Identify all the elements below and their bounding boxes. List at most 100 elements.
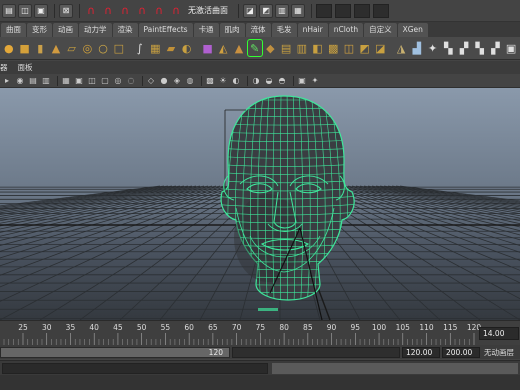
select-by-object-icon[interactable]: ▣ bbox=[34, 3, 48, 18]
shelf-tab-4[interactable]: 渲染 bbox=[112, 23, 138, 37]
nurbs-sphere-icon[interactable]: ● bbox=[2, 40, 16, 56]
make-live-icon[interactable]: ∩ bbox=[152, 4, 166, 18]
uv-pattern-icon[interactable]: ▞ bbox=[489, 40, 503, 56]
uv-map-icon[interactable]: ▣ bbox=[504, 40, 518, 56]
isolate-select-icon[interactable]: ▣ bbox=[297, 76, 307, 86]
current-frame-field[interactable]: 14.00 bbox=[479, 327, 519, 340]
input-field-b[interactable] bbox=[335, 3, 351, 18]
magnet-icon[interactable]: ∩ bbox=[169, 4, 183, 18]
shelf-tab-13[interactable]: XGen bbox=[397, 23, 428, 37]
smooth-icon[interactable]: ✦ bbox=[426, 40, 440, 56]
loft-icon[interactable]: ▦ bbox=[148, 40, 162, 56]
motion-blur-icon[interactable]: ◒ bbox=[264, 76, 274, 86]
cube-purple-icon[interactable]: ■ bbox=[201, 40, 215, 56]
snap-to-view-icon[interactable]: ∩ bbox=[135, 4, 149, 18]
panel-menu-item-0[interactable]: 器 bbox=[0, 62, 8, 73]
menu-set-icon[interactable]: ▤ bbox=[2, 3, 16, 18]
range-slider-track[interactable] bbox=[232, 347, 400, 358]
cv-curve-icon[interactable]: ∫ bbox=[133, 40, 147, 56]
film-gate-icon[interactable]: ▣ bbox=[74, 76, 84, 86]
nurbs-square-icon[interactable]: □ bbox=[112, 40, 126, 56]
lock-icon[interactable]: ⊠ bbox=[59, 3, 73, 18]
shelf-tab-0[interactable]: 曲面 bbox=[1, 23, 26, 37]
planar-icon[interactable]: ▰ bbox=[164, 40, 178, 56]
smooth-shade-icon[interactable]: ● bbox=[159, 76, 169, 86]
insert-isoparm-icon[interactable]: ◫ bbox=[342, 40, 356, 56]
nurbs-plane-icon[interactable]: ▱ bbox=[65, 40, 79, 56]
checker-icon[interactable]: ▚ bbox=[441, 40, 455, 56]
shelf-tab-6[interactable]: 卡通 bbox=[193, 23, 219, 37]
input-field-d[interactable] bbox=[373, 3, 389, 18]
nurbs-cube-icon[interactable]: ■ bbox=[18, 40, 32, 56]
image-plane-icon[interactable]: ▥ bbox=[41, 76, 51, 86]
history-icon[interactable]: ◪ bbox=[243, 3, 257, 18]
attach-surface-icon[interactable]: ▤ bbox=[279, 40, 293, 56]
toolbar-separator bbox=[293, 75, 294, 86]
playback-end-field[interactable]: 120.00 bbox=[402, 347, 440, 358]
ipr-render-icon[interactable]: ▥ bbox=[275, 3, 289, 18]
snap-to-point-icon[interactable]: ∩ bbox=[118, 4, 132, 18]
shelf-tab-3[interactable]: 动力学 bbox=[79, 23, 112, 37]
safe-action-icon[interactable]: ◌ bbox=[126, 76, 136, 86]
fillet-icon[interactable]: ◩ bbox=[358, 40, 372, 56]
gate-mask-icon[interactable]: ▢ bbox=[100, 76, 110, 86]
input-field-a[interactable] bbox=[316, 3, 332, 18]
trim-tool-icon[interactable]: ◧ bbox=[311, 40, 325, 56]
shelf-tab-9[interactable]: 毛发 bbox=[271, 23, 297, 37]
field-chart-icon[interactable]: ◎ bbox=[113, 76, 123, 86]
select-camera-icon[interactable]: ▸ bbox=[2, 76, 12, 86]
anim-layer-label[interactable]: 无动画层 bbox=[484, 347, 514, 358]
select-by-hierarchy-icon[interactable]: ◫ bbox=[18, 3, 32, 18]
shelf-tab-7[interactable]: 肌肉 bbox=[219, 23, 245, 37]
pyramid-icon[interactable]: ▲ bbox=[232, 40, 246, 56]
sculpt-tool-icon[interactable]: ✎ bbox=[246, 39, 263, 57]
bevel-icon[interactable]: ◆ bbox=[264, 40, 278, 56]
project-curve-icon[interactable]: ◮ bbox=[394, 40, 408, 56]
perspective-viewport[interactable] bbox=[0, 88, 520, 320]
revolve-icon[interactable]: ◐ bbox=[180, 40, 194, 56]
head-mesh-wireframe[interactable] bbox=[210, 92, 360, 320]
bookmark-icon[interactable]: ▤ bbox=[28, 76, 38, 86]
xray-joints-icon[interactable]: ✦ bbox=[310, 76, 320, 86]
uv-tile-icon[interactable]: ▞ bbox=[457, 40, 471, 56]
shelf-tab-5[interactable]: PaintEffects bbox=[138, 23, 193, 37]
shelf-tab-8[interactable]: 流体 bbox=[245, 23, 271, 37]
shelf-tab-10[interactable]: nHair bbox=[297, 23, 328, 37]
shelf-tab-11[interactable]: nCloth bbox=[328, 23, 364, 37]
time-slider[interactable]: 25 30 35 40 45 50 55 60 65 70 75 80 85 90 95 100 105 110 1… bbox=[0, 320, 520, 345]
nurbs-torus-icon[interactable]: ◎ bbox=[81, 40, 95, 56]
panel-menu-item-1[interactable]: 面板 bbox=[18, 62, 33, 73]
textured-icon[interactable]: ▩ bbox=[205, 76, 215, 86]
range-slider-bar[interactable]: 120 bbox=[0, 347, 230, 358]
nurbs-cylinder-icon[interactable]: ▮ bbox=[33, 40, 47, 56]
nurbs-cone-icon[interactable]: ▲ bbox=[49, 40, 63, 56]
screen-space-ao-icon[interactable]: ◑ bbox=[251, 76, 261, 86]
snap-to-curve-icon[interactable]: ∩ bbox=[101, 4, 115, 18]
range-slider[interactable]: 120 120.00 200.00 无动画层 bbox=[0, 345, 520, 359]
grid-icon[interactable]: ▦ bbox=[61, 76, 71, 86]
command-input[interactable] bbox=[2, 363, 268, 374]
anti-aliasing-icon[interactable]: ◓ bbox=[277, 76, 287, 86]
use-all-lights-icon[interactable]: ☀ bbox=[218, 76, 228, 86]
wireframe-icon[interactable]: ◇ bbox=[146, 76, 156, 86]
shadows-icon[interactable]: ◐ bbox=[231, 76, 241, 86]
shelf-tab-12[interactable]: 自定义 bbox=[364, 23, 397, 37]
stitch-icon[interactable]: ◪ bbox=[373, 40, 387, 56]
animation-end-field[interactable]: 200.00 bbox=[442, 347, 480, 358]
shelf-tab-1[interactable]: 变形 bbox=[27, 23, 52, 37]
extrude-icon[interactable]: ◭ bbox=[216, 40, 230, 56]
uv-grid-icon[interactable]: ▚ bbox=[473, 40, 487, 56]
input-field-c[interactable] bbox=[354, 3, 370, 18]
wireframe-on-shaded-icon[interactable]: ◈ bbox=[172, 76, 182, 86]
rebuild-surface-icon[interactable]: ▩ bbox=[326, 40, 340, 56]
shelf-tab-2[interactable]: 动画 bbox=[53, 23, 78, 37]
camera-attributes-icon[interactable]: ◉ bbox=[15, 76, 25, 86]
nurbs-circle-icon[interactable]: ○ bbox=[96, 40, 110, 56]
render-settings-icon[interactable]: ▦ bbox=[291, 3, 305, 18]
resolution-gate-icon[interactable]: ◫ bbox=[87, 76, 97, 86]
detach-surface-icon[interactable]: ▥ bbox=[295, 40, 309, 56]
xray-icon[interactable]: ◍ bbox=[185, 76, 195, 86]
offset-surface-icon[interactable]: ▟ bbox=[410, 40, 424, 56]
snap-to-grid-icon[interactable]: ∩ bbox=[84, 4, 98, 18]
render-current-icon[interactable]: ◩ bbox=[259, 3, 273, 18]
